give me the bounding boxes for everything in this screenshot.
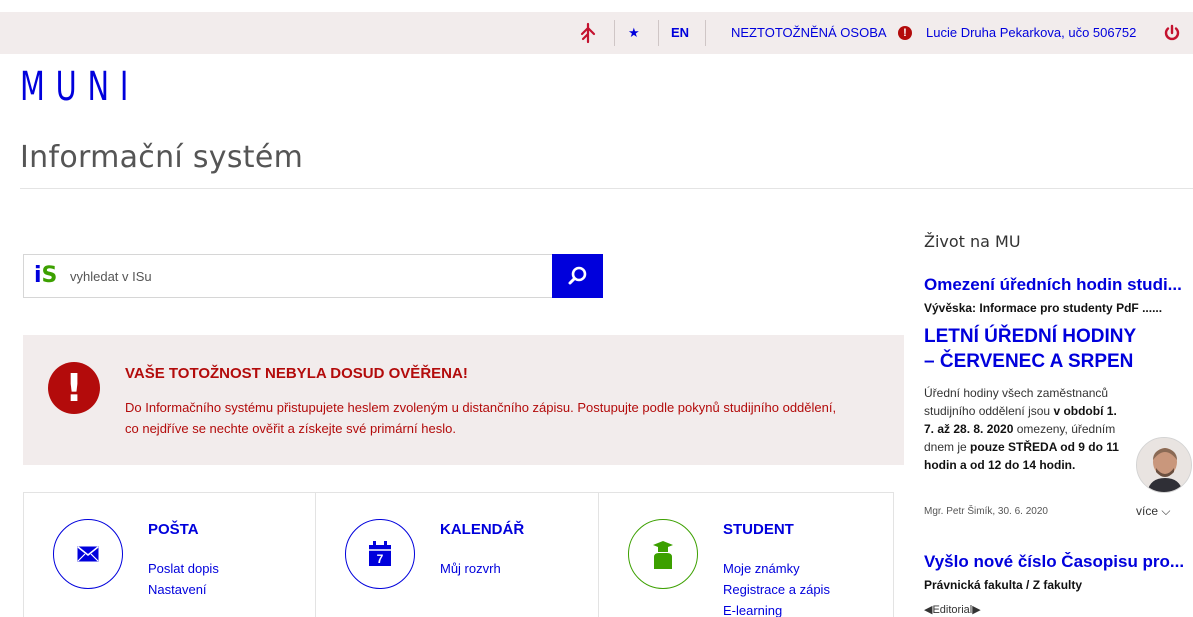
tile-posta: POŠTA Poslat dopis Nastavení — [24, 493, 316, 617]
tile-student: STUDENT Moje známky Registrace a zápis E… — [599, 493, 893, 617]
tile-link[interactable]: Poslat dopis — [148, 558, 219, 579]
mail-icon[interactable] — [53, 519, 123, 589]
info-icon[interactable]: ! — [898, 26, 912, 40]
search-bar: iS — [23, 254, 603, 298]
tile-title[interactable]: POŠTA — [148, 521, 199, 538]
language-switch[interactable]: EN — [671, 12, 689, 54]
tile-title[interactable]: KALENDÁŘ — [440, 521, 524, 538]
calendar-icon[interactable]: 7 — [345, 519, 415, 589]
separator — [705, 20, 706, 46]
svg-text:7: 7 — [377, 552, 384, 566]
tile-link[interactable]: Můj rozvrh — [440, 558, 501, 579]
separator — [614, 20, 615, 46]
chevron-down-icon: ⌵ — [1161, 504, 1171, 518]
student-icon[interactable] — [628, 519, 698, 589]
news-meta: Mgr. Petr Šimík, 30. 6. 2020 — [924, 506, 1048, 517]
more-link[interactable]: více ⌵ — [1136, 504, 1170, 519]
news-headline: LETNÍ ÚŘEDNÍ HODINY – ČERVENEC A SRPEN — [924, 326, 1136, 372]
tile-link[interactable]: Moje známky — [723, 558, 830, 579]
news-sidebar: Život na MU Omezení úředních hodin studi… — [924, 0, 1193, 617]
tile-link[interactable]: Registrace a zápis — [723, 579, 830, 600]
star-icon[interactable]: ★ — [628, 12, 640, 54]
search-input[interactable] — [70, 263, 550, 289]
muni-logo[interactable]: MUNI — [20, 64, 139, 110]
alert-icon: ! — [48, 362, 100, 414]
tile-link[interactable]: Nastavení — [148, 579, 219, 600]
news-body: Úřední hodiny všech zaměstnanců studijní… — [924, 386, 1119, 472]
app-tiles: POŠTA Poslat dopis Nastavení 7 KALENDÁŘ … — [23, 492, 894, 617]
tile-link[interactable]: E-learning — [723, 600, 830, 617]
tile-title[interactable]: STUDENT — [723, 521, 794, 538]
is-logo-icon: iS — [34, 263, 58, 288]
pin-icon[interactable] — [580, 12, 596, 54]
identity-status-link[interactable]: NEZTOTOŽNĚNÁ OSOBA — [731, 12, 887, 54]
news-tag[interactable]: ◀Editorial▶ — [924, 603, 981, 616]
news-title[interactable]: Omezení úředních hodin studi... — [924, 275, 1190, 295]
alert-text: Do Informačního systému přistupujete hes… — [125, 400, 837, 436]
news-source[interactable]: Právnická fakulta / Z fakulty — [924, 578, 1190, 592]
tile-kalendar: 7 KALENDÁŘ Můj rozvrh — [316, 493, 599, 617]
alert-title: VAŠE TOTOŽNOST NEBYLA DOSUD OVĚŘENA! — [125, 365, 468, 382]
separator — [658, 20, 659, 46]
news-heading: Život na MU — [924, 232, 1021, 251]
search-icon — [568, 266, 587, 285]
arrow-right-icon: ▶ — [972, 604, 981, 616]
page-title: Informační systém — [20, 140, 304, 175]
news-source[interactable]: Vývěska: Informace pro studenty PdF ....… — [924, 301, 1190, 315]
search-button[interactable] — [552, 254, 603, 298]
news-title[interactable]: Vyšlo nové číslo Časopisu pro... — [924, 552, 1190, 572]
avatar — [1136, 437, 1192, 493]
identity-alert: ! VAŠE TOTOŽNOST NEBYLA DOSUD OVĚŘENA! D… — [23, 335, 904, 465]
